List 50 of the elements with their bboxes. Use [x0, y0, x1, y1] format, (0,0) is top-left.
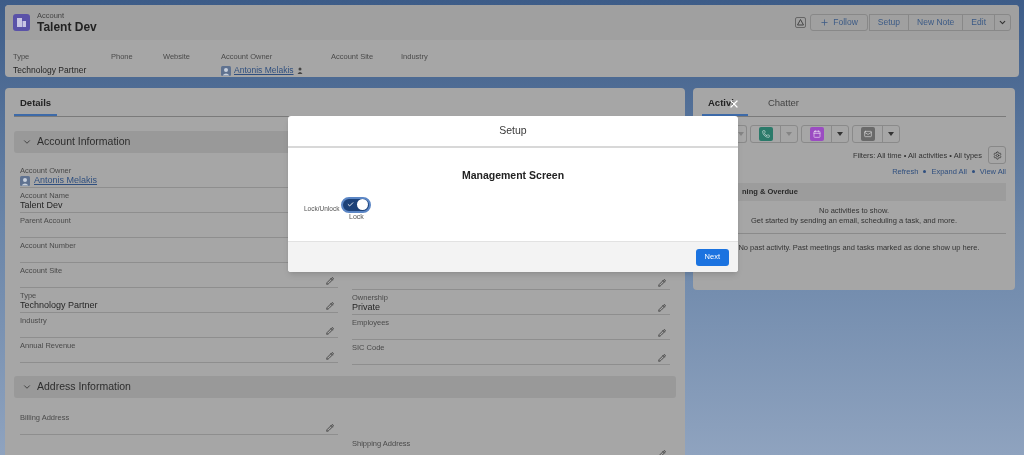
change-owner-icon[interactable]	[296, 67, 304, 75]
separator-dot-icon	[923, 170, 927, 174]
owner-link[interactable]: Antonis Melakis	[34, 175, 98, 187]
edit-icon[interactable]	[658, 329, 666, 338]
action-button[interactable]: Edit	[962, 14, 995, 31]
settings-button[interactable]	[988, 146, 1006, 165]
record-title: Talent Dev	[37, 20, 97, 34]
caret-icon	[888, 132, 894, 137]
check-icon	[347, 201, 355, 209]
field-value: Talent Dev	[20, 200, 64, 212]
screen-heading: Management Screen	[461, 168, 565, 183]
edit-icon[interactable]	[658, 304, 666, 313]
call-icon	[758, 127, 773, 142]
field-value: Technology Partner	[13, 64, 88, 77]
details-tab[interactable]: Details	[14, 96, 58, 117]
modal-title: Setup	[499, 123, 527, 139]
edit-icon[interactable]	[658, 279, 666, 288]
user-avatar-icon	[221, 65, 231, 76]
edit-icon[interactable]	[658, 354, 666, 363]
edit-icon[interactable]	[326, 352, 334, 361]
lock-toggle[interactable]	[341, 196, 372, 213]
settings-icon	[992, 150, 1002, 160]
action-button[interactable]: New Note	[908, 14, 964, 31]
owner-link[interactable]: Antonis Melakis	[234, 64, 294, 77]
more-actions-button[interactable]	[994, 14, 1011, 31]
caret-icon	[998, 18, 1007, 27]
activity-tab[interactable]: Chatter	[761, 96, 806, 117]
building-icon	[13, 14, 30, 31]
separator-dot-icon	[971, 170, 975, 174]
follow-button[interactable]: Follow	[810, 14, 868, 31]
edit-icon[interactable]	[326, 277, 334, 286]
section-header[interactable]: Address Information	[14, 376, 676, 399]
calendar-icon	[809, 127, 824, 142]
email-icon	[860, 127, 875, 142]
field-value: Private	[352, 302, 381, 314]
section-title: Account Information	[37, 134, 131, 150]
edit-icon[interactable]	[326, 327, 334, 336]
user-avatar-icon	[20, 175, 30, 186]
action-button[interactable]: Setup	[868, 14, 909, 31]
plus-icon	[820, 18, 830, 27]
quick-action-button[interactable]	[801, 125, 849, 144]
toggle-thumb	[357, 199, 369, 211]
field-value: Technology Partner	[20, 300, 98, 312]
edit-icon[interactable]	[326, 302, 334, 311]
edit-icon[interactable]	[326, 424, 334, 433]
quick-action-button[interactable]	[852, 125, 900, 144]
caret-icon	[837, 132, 843, 137]
section-title: Address Information	[37, 379, 131, 395]
caret-icon	[737, 132, 744, 137]
caret-icon	[786, 132, 792, 137]
